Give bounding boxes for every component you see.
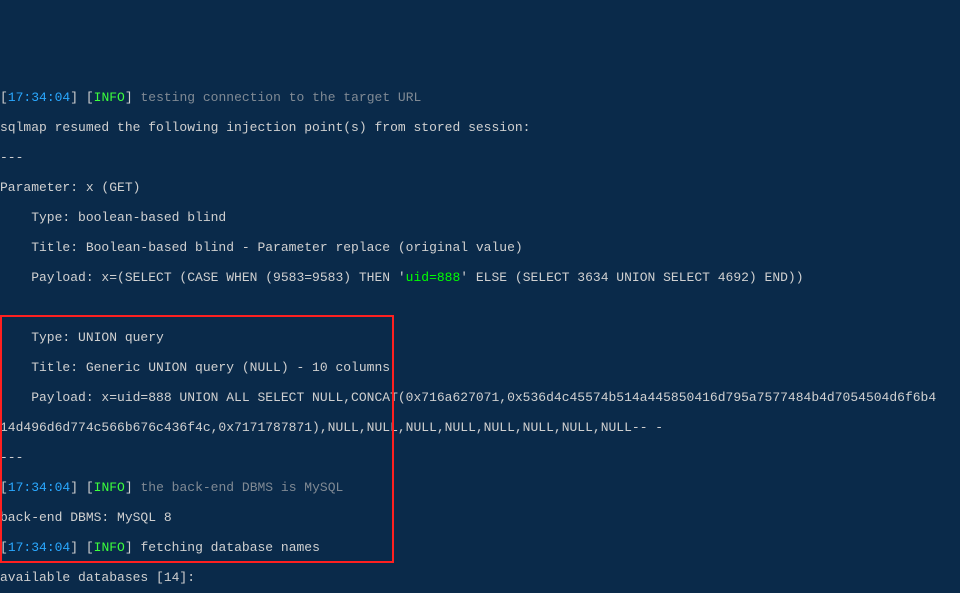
log-message: testing connection to the target URL	[133, 90, 422, 105]
backend-line: back-end DBMS: MySQL 8	[0, 510, 960, 525]
timestamp: 17:34:04	[8, 90, 70, 105]
highlight-box	[0, 315, 394, 563]
param-line: Parameter: x (GET)	[0, 180, 960, 195]
injection-title: Title: Generic UNION query (NULL) - 10 c…	[0, 360, 960, 375]
log-level: INFO	[94, 480, 125, 495]
injection-type: Type: UNION query	[0, 330, 960, 345]
injection-title: Title: Boolean-based blind - Parameter r…	[0, 240, 960, 255]
log-message: the back-end DBMS is MySQL	[133, 480, 344, 495]
log-line: [17:34:04] [INFO] testing connection to …	[0, 90, 960, 105]
log-line: [17:34:04] [INFO] the back-end DBMS is M…	[0, 480, 960, 495]
injection-type: Type: boolean-based blind	[0, 210, 960, 225]
log-level: INFO	[94, 90, 125, 105]
log-line: sqlmap resumed the following injection p…	[0, 120, 960, 135]
injection-payload: Payload: x=(SELECT (CASE WHEN (9583=9583…	[0, 270, 960, 285]
blank-line	[0, 300, 960, 315]
log-level: INFO	[94, 540, 125, 555]
terminal-output: [17:34:04] [INFO] testing connection to …	[0, 75, 960, 593]
injection-payload: 14d496d6d774c566b676c436f4c,0x7171787871…	[0, 420, 960, 435]
separator: ---	[0, 150, 960, 165]
injection-payload: Payload: x=uid=888 UNION ALL SELECT NULL…	[0, 390, 960, 405]
log-message: fetching database names	[133, 540, 320, 555]
payload-highlight: uid=888	[406, 270, 461, 285]
separator: ---	[0, 450, 960, 465]
log-line: [17:34:04] [INFO] fetching database name…	[0, 540, 960, 555]
timestamp: 17:34:04	[8, 540, 70, 555]
timestamp: 17:34:04	[8, 480, 70, 495]
